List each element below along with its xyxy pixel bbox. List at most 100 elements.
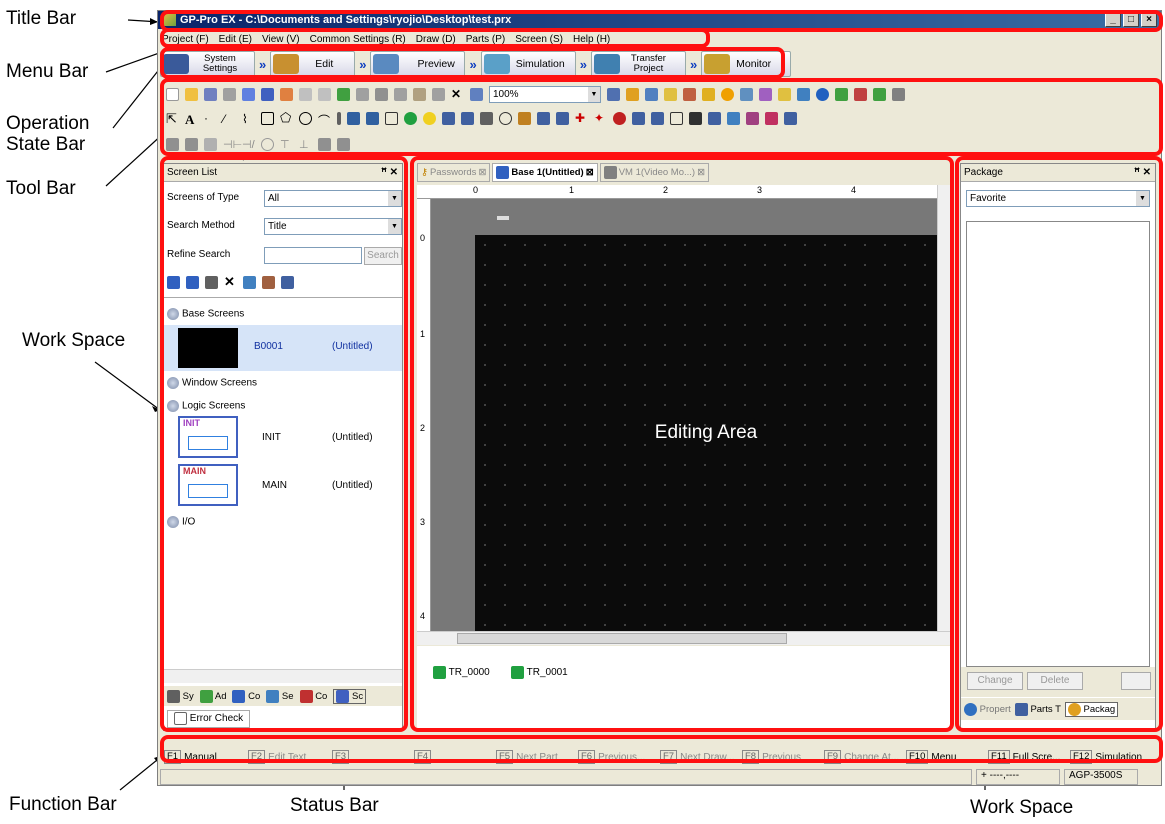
refine-search-input[interactable] <box>264 247 362 264</box>
cross-icon[interactable]: ✚ <box>575 112 588 125</box>
target-icon[interactable]: ✦ <box>594 112 607 125</box>
meter-icon[interactable] <box>499 111 512 125</box>
change-button[interactable]: Change <box>967 672 1023 690</box>
component-icon[interactable] <box>708 111 721 125</box>
back-icon[interactable] <box>318 87 331 101</box>
f1-key[interactable]: F1 Manual <box>164 750 217 764</box>
chart-icon[interactable] <box>556 111 569 125</box>
menu-parts[interactable]: Parts (P) <box>466 31 505 48</box>
horizontal-scrollbar[interactable] <box>164 669 402 683</box>
pointer-icon[interactable]: ⇱ <box>166 112 179 125</box>
copy-icon[interactable] <box>394 87 407 101</box>
op-monitor[interactable]: Monitor <box>701 51 792 77</box>
f5-key[interactable]: F5 Next Part <box>496 750 558 764</box>
recipe-icon[interactable] <box>632 111 645 125</box>
list-icon[interactable] <box>385 111 398 125</box>
rung-icon[interactable] <box>185 137 198 151</box>
tab-parts-toolbox[interactable]: Parts T <box>1014 702 1061 716</box>
ladder-icon[interactable] <box>166 137 179 151</box>
base-screen-row[interactable]: B0001 (Untitled) <box>164 325 402 371</box>
tab-search[interactable]: Se <box>266 689 294 703</box>
tab-properties[interactable]: Propert <box>964 702 1011 716</box>
tile-icon[interactable] <box>280 87 293 101</box>
preview-icon[interactable] <box>242 87 255 101</box>
numeric-icon[interactable] <box>461 111 474 125</box>
undo-icon[interactable] <box>356 87 369 101</box>
sound-icon[interactable] <box>778 87 791 101</box>
data-display-icon[interactable] <box>442 111 455 125</box>
close-icon[interactable]: ⊠ <box>478 167 486 178</box>
f2-key[interactable]: F2 Edit Text <box>248 750 306 764</box>
coil-icon[interactable] <box>261 137 274 151</box>
duplicate-icon[interactable] <box>432 87 445 101</box>
screens-type-select[interactable]: All <box>264 190 402 207</box>
spellcheck-icon[interactable] <box>470 87 483 101</box>
tab-address[interactable]: Ad <box>199 689 226 703</box>
data-icon[interactable] <box>759 87 772 101</box>
open-icon[interactable] <box>185 87 198 101</box>
tab-common[interactable]: Co <box>232 689 260 703</box>
tab-package[interactable]: Packag <box>1064 701 1119 717</box>
lamp-icon[interactable] <box>423 111 436 125</box>
window-part-icon[interactable] <box>689 111 702 125</box>
package-list[interactable] <box>966 221 1150 667</box>
grid-icon[interactable] <box>366 111 379 125</box>
menu-screen[interactable]: Screen (S) <box>515 31 563 48</box>
op-system-settings[interactable]: System Settings <box>160 51 255 77</box>
rectangle-icon[interactable] <box>261 111 274 125</box>
delete-icon[interactable]: ✕ <box>451 88 464 101</box>
transition-item[interactable]: TR_0000 <box>433 666 490 679</box>
print-icon[interactable] <box>223 87 236 101</box>
logic-thumbnail[interactable]: MAIN <box>178 464 238 506</box>
menu-view[interactable]: View (V) <box>262 31 300 48</box>
contact-no-icon[interactable]: ⊣⊢ <box>223 138 242 151</box>
rising-icon[interactable]: ⊤ <box>280 138 293 151</box>
tab-base1[interactable]: Base 1(Untitled) ⊠ <box>492 163 598 182</box>
front-icon[interactable] <box>299 87 312 101</box>
close-button[interactable]: × <box>1141 13 1157 27</box>
editing-canvas[interactable]: Editing Area <box>475 235 937 631</box>
delete-button[interactable]: Delete <box>1027 672 1083 690</box>
branch-icon[interactable] <box>318 137 331 151</box>
polygon-icon[interactable]: ⬠ <box>280 111 293 125</box>
circle-icon[interactable] <box>299 111 312 125</box>
home-icon[interactable] <box>835 87 848 101</box>
f8-key[interactable]: F8 Previous <box>742 750 801 764</box>
f10-key[interactable]: F10 Menu <box>906 750 956 764</box>
script-icon[interactable] <box>740 87 753 101</box>
delete-screen-icon[interactable]: ✕ <box>224 275 237 289</box>
text-icon[interactable]: A <box>185 112 198 127</box>
screen-icon[interactable] <box>261 87 274 101</box>
tag-icon[interactable] <box>683 87 696 101</box>
pin-icon[interactable]: ꟸ ✕ <box>1134 164 1151 182</box>
search-button[interactable]: Search <box>364 247 402 265</box>
menu-edit[interactable]: Edit (E) <box>219 31 252 48</box>
polyline-icon[interactable]: ⌇ <box>242 112 255 126</box>
switch-icon[interactable] <box>404 111 417 125</box>
tab-passwords[interactable]: ⚷ Passwords ⊠ <box>417 163 491 182</box>
f11-key[interactable]: F11 Full Scre... <box>988 750 1060 764</box>
maximize-button[interactable]: □ <box>1123 13 1139 27</box>
new-icon[interactable] <box>166 87 179 101</box>
close-icon[interactable]: ⊠ <box>586 167 594 178</box>
table-icon[interactable] <box>347 111 360 125</box>
address-icon[interactable] <box>645 87 658 101</box>
fit-icon[interactable] <box>607 87 620 101</box>
export-icon[interactable] <box>281 276 294 289</box>
network-icon[interactable] <box>727 111 740 125</box>
f6-key[interactable]: F6 Previous... <box>578 750 645 764</box>
trend-icon[interactable] <box>537 111 550 125</box>
logic-screens-node[interactable]: Logic Screens <box>167 400 245 412</box>
scale-icon[interactable] <box>337 111 341 125</box>
menu-project[interactable]: Project (F) <box>162 31 209 48</box>
misc-icon[interactable] <box>784 111 797 125</box>
op-edit[interactable]: Edit <box>270 51 356 77</box>
f3-key[interactable]: F3 <box>332 750 352 764</box>
globe-icon[interactable] <box>816 87 829 101</box>
window-screens-node[interactable]: Window Screens <box>167 377 257 389</box>
line-icon[interactable]: ⁄ <box>223 112 236 126</box>
tab-co[interactable]: Co <box>299 689 327 703</box>
search-method-select[interactable]: Title <box>264 218 402 235</box>
instruction-icon[interactable] <box>337 137 350 151</box>
contact-nc-icon[interactable]: ⊣/⊢ <box>242 138 255 164</box>
